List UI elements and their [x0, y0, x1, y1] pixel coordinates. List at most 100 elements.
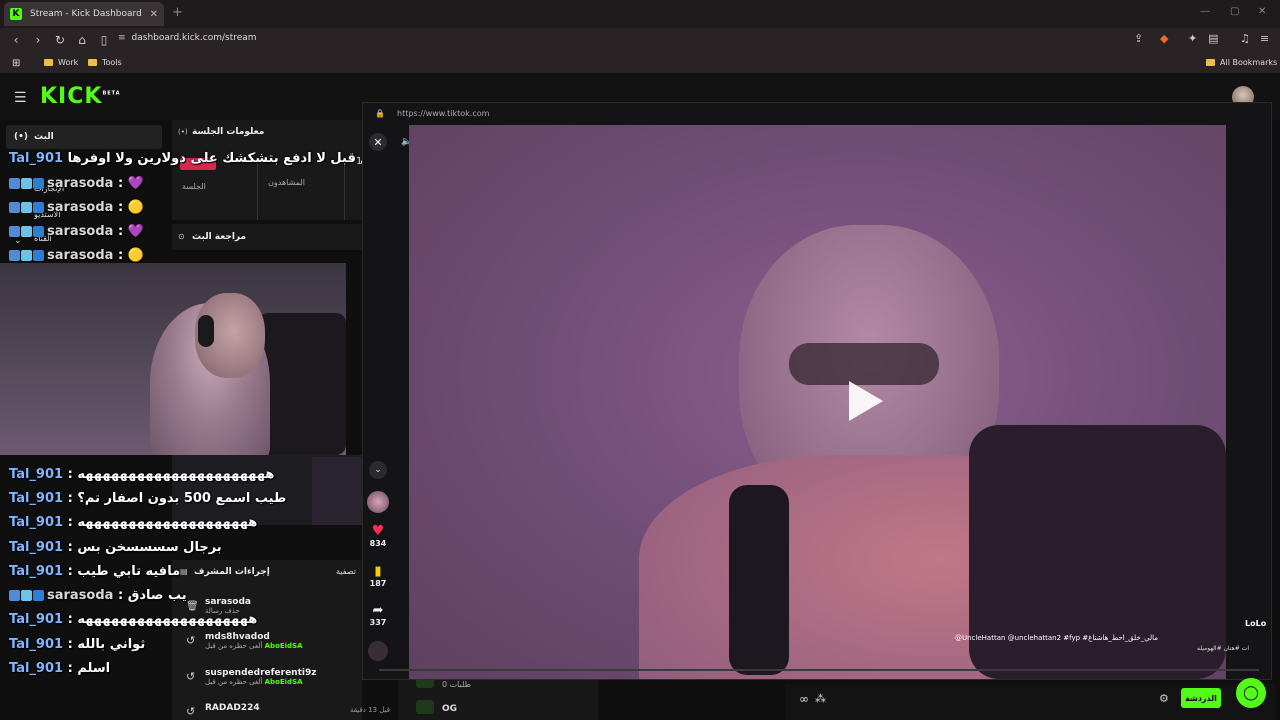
video-caption: @UncleHattan @unclehattan2 #fyp #مالي_خل…	[955, 634, 1159, 642]
sidebar-icon[interactable]: ▤	[1208, 32, 1218, 45]
preview-cam	[312, 457, 362, 525]
close-icon[interactable]: ✕	[369, 133, 387, 151]
address-bar: ‹ › ↻ ⌂ ▯ ≡ dashboard.kick.com/stream ⇪ ◆…	[0, 28, 1280, 52]
bookmark-tools[interactable]: Tools	[88, 58, 122, 67]
kick-logo[interactable]: KICKBETA	[40, 84, 121, 109]
emote-icon[interactable]: ∞	[799, 692, 809, 706]
reload-icon[interactable]: ↻	[50, 33, 70, 47]
share-button[interactable]: ➦ 337	[363, 603, 393, 627]
extensions-icon[interactable]: ✦	[1188, 32, 1197, 45]
video-hashtags: ات #هتان #الهوميله	[1197, 645, 1249, 652]
bookmark-icon: ▮	[374, 564, 382, 579]
bookmark-icon[interactable]: ▯	[94, 33, 114, 47]
undo-icon: ↺	[186, 670, 196, 683]
list-icon: ▤	[180, 567, 188, 576]
stream-review-panel: ⊙ مراجعة البث	[172, 224, 362, 250]
panel-title: مراجعة البث	[192, 232, 247, 242]
home-icon[interactable]: ⌂	[72, 33, 92, 47]
heart-icon: ♥	[371, 523, 385, 539]
close-tab-icon[interactable]: ✕	[150, 9, 158, 20]
bookmarks-bar: ⊞ Work Tools All Bookmarks	[0, 52, 1280, 74]
chat-message: Tal_901 : ههههههههههههههههههههه	[9, 612, 258, 627]
bookmark-work[interactable]: Work	[44, 58, 78, 67]
chat-message: Tal_901 : ثواني بالله	[9, 637, 146, 652]
chat-message: Tal_901 : ههههههههههههههههههههههه	[9, 467, 275, 482]
chat-message: Tal_901 : اسلم	[9, 661, 111, 676]
url-field[interactable]: ≡ dashboard.kick.com/stream	[118, 33, 257, 43]
chat-message: sarasoda : 💜	[9, 224, 144, 239]
undo-icon: ↺	[186, 705, 196, 718]
chat-message: Tal_901 : برجال سسسسخن بس	[9, 540, 222, 555]
share-icon[interactable]: ⇪	[1134, 32, 1143, 45]
apps-icon[interactable]: ⊞	[12, 58, 20, 69]
og-icon	[416, 700, 434, 714]
back-icon[interactable]: ‹	[6, 33, 26, 47]
webcam-feed	[0, 263, 346, 455]
browser-tabbar: K Stream - Kick Dashboard ✕ + — ▢ ✕	[0, 0, 1280, 28]
trash-icon: 🗑	[186, 601, 199, 612]
video-sunglasses	[789, 343, 939, 385]
folder-icon	[44, 59, 53, 66]
share-icon: ➦	[372, 603, 384, 618]
all-bookmarks[interactable]: All Bookmarks	[1206, 58, 1277, 67]
play-icon[interactable]	[849, 381, 883, 421]
session-info-panel: معلومات الجلسة (•) الجلسة المشاهدون 1	[172, 120, 362, 220]
requests-count: طلبات 0	[442, 680, 472, 689]
minimize-icon[interactable]: —	[1200, 6, 1210, 17]
menu-icon[interactable]: ≡	[1260, 32, 1269, 45]
video-progress-bar[interactable]	[379, 669, 1259, 671]
close-window-icon[interactable]: ✕	[1258, 6, 1266, 17]
sidebar-item-label: البث	[34, 132, 54, 142]
chat-message: Tal_901 : ههههههههههههههههههههه	[9, 515, 258, 530]
divider	[344, 160, 345, 220]
chat-message: Tal_901 : طيب اسمع 500 بدون اصفار تم؟	[9, 491, 287, 506]
creator-avatar[interactable]	[367, 491, 389, 513]
undo-icon: ↺	[186, 634, 196, 647]
kick-favicon-icon: K	[10, 8, 22, 20]
bits-icon[interactable]: ⁂	[815, 692, 826, 705]
video-microphone	[729, 485, 789, 675]
chat-bubble-icon[interactable]: ◯	[1236, 678, 1266, 708]
author-name[interactable]: LoLo	[1245, 619, 1266, 628]
mod-log-entry[interactable]: suspendedreferenti9z ألغى حظره من قبل Ab…	[205, 668, 385, 686]
chair	[258, 313, 346, 455]
folder-icon	[88, 59, 97, 66]
chevron-down-icon[interactable]: ⌄	[369, 461, 387, 479]
like-button[interactable]: ♥ 834	[363, 523, 393, 548]
media-icon[interactable]: ♫	[1240, 32, 1250, 45]
headphones	[198, 315, 214, 347]
gear-icon[interactable]: ⚙	[1159, 692, 1169, 705]
save-button[interactable]: ▮ 187	[363, 564, 393, 588]
tiktok-popup: 🔒 https://www.tiktok.com ✕ 🔈 ⚲ ⌄ ♥834 ▮1…	[362, 102, 1272, 680]
divider	[257, 160, 258, 220]
broadcast-icon: (•)	[178, 128, 188, 136]
new-tab-icon[interactable]: +	[172, 5, 183, 20]
site-info-icon[interactable]: ≡	[118, 33, 126, 43]
lock-icon: 🔒	[375, 109, 385, 118]
tab-title: Stream - Kick Dashboard	[30, 9, 142, 19]
panel-title: إجراءات المشرف	[194, 567, 270, 577]
forward-icon[interactable]: ›	[28, 33, 48, 47]
sound-icon[interactable]	[368, 641, 388, 661]
chat-message: sarasoda : يب صادق	[9, 588, 187, 603]
sidebar-item-stream[interactable]: (•) البث	[6, 125, 162, 149]
chat-message: sarasoda : 💜	[9, 176, 144, 191]
og-label: OG	[442, 704, 458, 714]
chat-message: sarasoda : 🟡	[9, 248, 144, 263]
broadcast-icon: (•)	[14, 132, 28, 142]
timestamp: قبل 13 دقيقة	[350, 706, 391, 714]
maximize-icon[interactable]: ▢	[1230, 6, 1239, 17]
review-icon: ⊙	[178, 232, 185, 241]
viewers-label: المشاهدون	[268, 178, 306, 187]
browser-tab[interactable]: K Stream - Kick Dashboard ✕	[4, 2, 164, 26]
mod-log-entry[interactable]: mds8hvadod ألغى حظره من قبل AboEidSA	[205, 632, 385, 650]
hamburger-icon[interactable]: ☰	[14, 90, 27, 106]
brave-shield-icon[interactable]: ◆	[1160, 32, 1168, 45]
chat-send-button[interactable]: الدردشة	[1181, 688, 1221, 708]
folder-icon	[1206, 59, 1215, 66]
panel-title: معلومات الجلسة	[192, 127, 265, 137]
popup-url: https://www.tiktok.com	[397, 109, 490, 118]
tiktok-video[interactable]	[409, 125, 1226, 679]
chat-message: sarasoda : 🟡	[9, 200, 144, 215]
filter-button[interactable]: تصفية	[336, 567, 356, 576]
